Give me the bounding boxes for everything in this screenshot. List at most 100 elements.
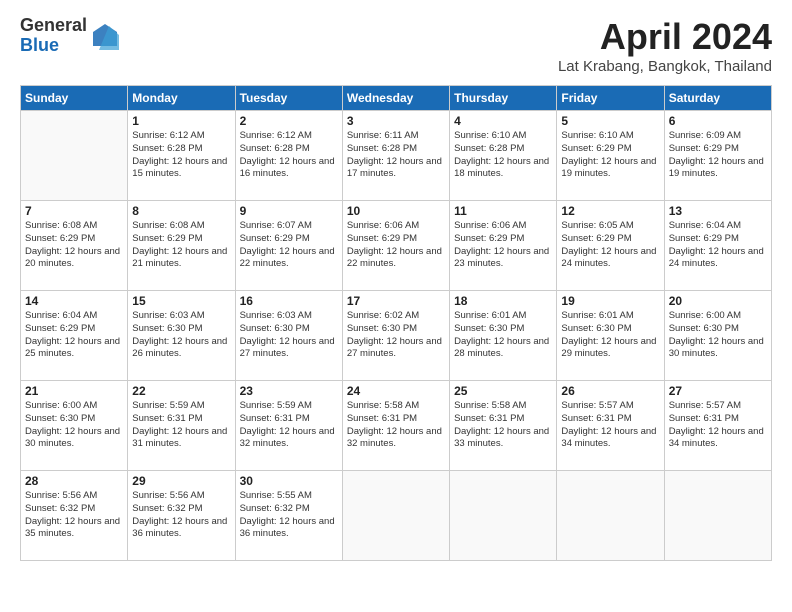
calendar-cell-w2d5: 19 Sunrise: 6:01 AMSunset: 6:30 PMDayligh…	[557, 291, 664, 381]
day-info: Sunrise: 6:04 AMSunset: 6:29 PMDaylight:…	[25, 310, 123, 361]
calendar-cell-w2d0: 14 Sunrise: 6:04 AMSunset: 6:29 PMDayligh…	[21, 291, 128, 381]
day-number: 20	[669, 294, 767, 308]
day-info: Sunrise: 6:02 AMSunset: 6:30 PMDaylight:…	[347, 310, 445, 361]
day-number: 17	[347, 294, 445, 308]
col-header-monday: Monday	[128, 86, 235, 111]
calendar-cell-w4d1: 29 Sunrise: 5:56 AMSunset: 6:32 PMDayligh…	[128, 471, 235, 561]
calendar-cell-w1d2: 9 Sunrise: 6:07 AMSunset: 6:29 PMDaylight…	[235, 201, 342, 291]
day-number: 2	[240, 114, 338, 128]
day-number: 4	[454, 114, 552, 128]
day-info: Sunrise: 6:05 AMSunset: 6:29 PMDaylight:…	[561, 220, 659, 271]
calendar-cell-w4d2: 30 Sunrise: 5:55 AMSunset: 6:32 PMDayligh…	[235, 471, 342, 561]
day-info: Sunrise: 6:00 AMSunset: 6:30 PMDaylight:…	[669, 310, 767, 361]
logo: General Blue	[20, 16, 119, 56]
col-header-wednesday: Wednesday	[342, 86, 449, 111]
calendar-cell-w2d4: 18 Sunrise: 6:01 AMSunset: 6:30 PMDayligh…	[450, 291, 557, 381]
col-header-saturday: Saturday	[664, 86, 771, 111]
logo-icon	[91, 22, 119, 50]
day-info: Sunrise: 6:03 AMSunset: 6:30 PMDaylight:…	[240, 310, 338, 361]
day-info: Sunrise: 6:01 AMSunset: 6:30 PMDaylight:…	[454, 310, 552, 361]
day-info: Sunrise: 6:12 AMSunset: 6:28 PMDaylight:…	[132, 130, 230, 181]
day-info: Sunrise: 6:10 AMSunset: 6:29 PMDaylight:…	[561, 130, 659, 181]
day-number: 1	[132, 114, 230, 128]
day-number: 27	[669, 384, 767, 398]
calendar-cell-w0d4: 4Sunrise: 6:10 AMSunset: 6:28 PMDaylight…	[450, 111, 557, 201]
day-info: Sunrise: 6:00 AMSunset: 6:30 PMDaylight:…	[25, 400, 123, 451]
day-info: Sunrise: 5:58 AMSunset: 6:31 PMDaylight:…	[347, 400, 445, 451]
calendar-cell-w4d0: 28 Sunrise: 5:56 AMSunset: 6:32 PMDayligh…	[21, 471, 128, 561]
calendar-cell-w0d3: 3 Sunrise: 6:11 AMSunset: 6:28 PMDaylight…	[342, 111, 449, 201]
calendar-cell-w2d1: 15Sunrise: 6:03 AMSunset: 6:30 PMDayligh…	[128, 291, 235, 381]
calendar-cell-w3d3: 24 Sunrise: 5:58 AMSunset: 6:31 PMDayligh…	[342, 381, 449, 471]
day-number: 29	[132, 474, 230, 488]
calendar-cell-w1d3: 10 Sunrise: 6:06 AMSunset: 6:29 PMDayligh…	[342, 201, 449, 291]
day-number: 19	[561, 294, 659, 308]
calendar-cell-w0d0	[21, 111, 128, 201]
day-info: Sunrise: 5:56 AMSunset: 6:32 PMDaylight:…	[25, 490, 123, 541]
day-number: 7	[25, 204, 123, 218]
day-number: 23	[240, 384, 338, 398]
day-info: Sunrise: 5:58 AMSunset: 6:31 PMDaylight:…	[454, 400, 552, 451]
day-info: Sunrise: 6:08 AMSunset: 6:29 PMDaylight:…	[132, 220, 230, 271]
day-number: 18	[454, 294, 552, 308]
calendar-cell-w0d5: 5 Sunrise: 6:10 AMSunset: 6:29 PMDaylight…	[557, 111, 664, 201]
calendar-cell-w3d0: 21Sunrise: 6:00 AMSunset: 6:30 PMDayligh…	[21, 381, 128, 471]
calendar-cell-w2d6: 20 Sunrise: 6:00 AMSunset: 6:30 PMDayligh…	[664, 291, 771, 381]
day-number: 9	[240, 204, 338, 218]
day-number: 28	[25, 474, 123, 488]
day-info: Sunrise: 5:57 AMSunset: 6:31 PMDaylight:…	[561, 400, 659, 451]
calendar-cell-w2d2: 16 Sunrise: 6:03 AMSunset: 6:30 PMDayligh…	[235, 291, 342, 381]
calendar-cell-w4d6	[664, 471, 771, 561]
calendar-cell-w3d1: 22Sunrise: 5:59 AMSunset: 6:31 PMDayligh…	[128, 381, 235, 471]
day-number: 30	[240, 474, 338, 488]
day-info: Sunrise: 6:01 AMSunset: 6:30 PMDaylight:…	[561, 310, 659, 361]
calendar-cell-w3d5: 26 Sunrise: 5:57 AMSunset: 6:31 PMDayligh…	[557, 381, 664, 471]
header: General Blue April 2024 Lat Krabang, Ban…	[20, 16, 772, 75]
calendar-cell-w1d0: 7Sunrise: 6:08 AMSunset: 6:29 PMDaylight…	[21, 201, 128, 291]
day-number: 6	[669, 114, 767, 128]
day-info: Sunrise: 6:12 AMSunset: 6:28 PMDaylight:…	[240, 130, 338, 181]
calendar-cell-w1d1: 8 Sunrise: 6:08 AMSunset: 6:29 PMDaylight…	[128, 201, 235, 291]
col-header-sunday: Sunday	[21, 86, 128, 111]
calendar-cell-w0d2: 2 Sunrise: 6:12 AMSunset: 6:28 PMDaylight…	[235, 111, 342, 201]
day-info: Sunrise: 6:09 AMSunset: 6:29 PMDaylight:…	[669, 130, 767, 181]
day-number: 14	[25, 294, 123, 308]
calendar-header: SundayMondayTuesdayWednesdayThursdayFrid…	[21, 86, 772, 111]
title-area: April 2024 Lat Krabang, Bangkok, Thailan…	[558, 16, 772, 75]
day-info: Sunrise: 5:57 AMSunset: 6:31 PMDaylight:…	[669, 400, 767, 451]
day-number: 12	[561, 204, 659, 218]
location-title: Lat Krabang, Bangkok, Thailand	[558, 58, 772, 75]
day-info: Sunrise: 5:55 AMSunset: 6:32 PMDaylight:…	[240, 490, 338, 541]
day-number: 16	[240, 294, 338, 308]
day-number: 13	[669, 204, 767, 218]
day-info: Sunrise: 6:07 AMSunset: 6:29 PMDaylight:…	[240, 220, 338, 271]
calendar-cell-w0d1: 1 Sunrise: 6:12 AMSunset: 6:28 PMDaylight…	[128, 111, 235, 201]
day-number: 11	[454, 204, 552, 218]
logo-general-text: General	[20, 16, 87, 36]
day-number: 3	[347, 114, 445, 128]
day-info: Sunrise: 6:11 AMSunset: 6:28 PMDaylight:…	[347, 130, 445, 181]
calendar-cell-w3d6: 27 Sunrise: 5:57 AMSunset: 6:31 PMDayligh…	[664, 381, 771, 471]
logo-blue-text: Blue	[20, 36, 87, 56]
calendar-table: SundayMondayTuesdayWednesdayThursdayFrid…	[20, 85, 772, 561]
day-number: 8	[132, 204, 230, 218]
day-info: Sunrise: 5:56 AMSunset: 6:32 PMDaylight:…	[132, 490, 230, 541]
day-number: 5	[561, 114, 659, 128]
day-info: Sunrise: 6:06 AMSunset: 6:29 PMDaylight:…	[454, 220, 552, 271]
day-number: 15	[132, 294, 230, 308]
calendar-cell-w3d4: 25Sunrise: 5:58 AMSunset: 6:31 PMDayligh…	[450, 381, 557, 471]
calendar-cell-w0d6: 6 Sunrise: 6:09 AMSunset: 6:29 PMDaylight…	[664, 111, 771, 201]
col-header-tuesday: Tuesday	[235, 86, 342, 111]
calendar-cell-w4d5	[557, 471, 664, 561]
calendar-cell-w3d2: 23 Sunrise: 5:59 AMSunset: 6:31 PMDayligh…	[235, 381, 342, 471]
day-number: 24	[347, 384, 445, 398]
day-info: Sunrise: 5:59 AMSunset: 6:31 PMDaylight:…	[132, 400, 230, 451]
day-number: 26	[561, 384, 659, 398]
calendar-body: 1 Sunrise: 6:12 AMSunset: 6:28 PMDaylight…	[21, 111, 772, 561]
day-info: Sunrise: 5:59 AMSunset: 6:31 PMDaylight:…	[240, 400, 338, 451]
day-info: Sunrise: 6:06 AMSunset: 6:29 PMDaylight:…	[347, 220, 445, 271]
month-title: April 2024	[558, 16, 772, 58]
calendar-cell-w4d4	[450, 471, 557, 561]
day-number: 10	[347, 204, 445, 218]
calendar-cell-w1d6: 13Sunrise: 6:04 AMSunset: 6:29 PMDayligh…	[664, 201, 771, 291]
